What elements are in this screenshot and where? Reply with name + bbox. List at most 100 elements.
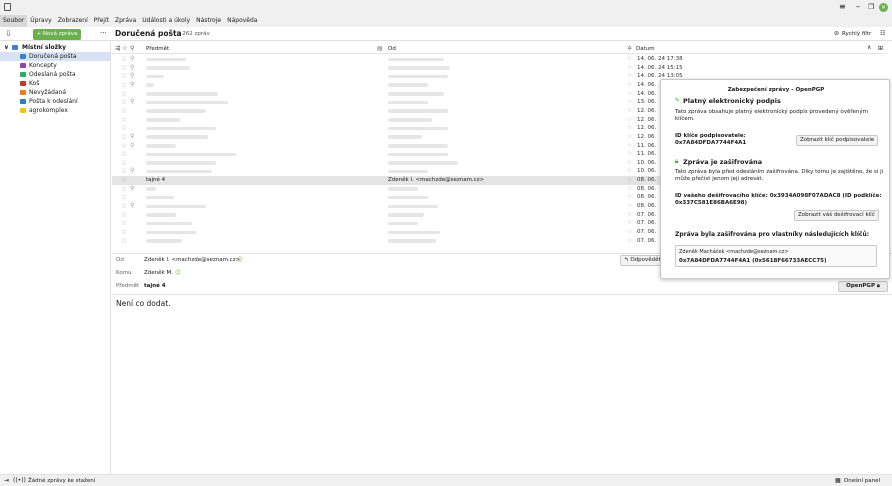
column-from[interactable]: Od — [388, 46, 396, 52]
row-subject-redacted — [146, 118, 180, 122]
row-subject-redacted — [146, 230, 196, 234]
row-date: 12. 06. — [637, 107, 657, 114]
more-button[interactable]: ··· — [100, 29, 107, 37]
thread-icon[interactable]: ⇶ — [115, 45, 120, 52]
row-date: 08. 06. — [637, 185, 657, 192]
show-signer-key-button[interactable]: Zobrazit klíč podpisovatele — [796, 135, 879, 146]
menu-tools[interactable]: Nástroje — [193, 15, 224, 27]
star-column-icon[interactable]: ☆ — [122, 45, 127, 52]
attachment-icon: ⚲ — [130, 63, 135, 71]
star-icon[interactable]: ☆ — [121, 98, 127, 106]
star-icon[interactable]: ☆ — [121, 55, 127, 63]
menu-go[interactable]: Přejít — [91, 15, 112, 27]
column-subject[interactable]: Předmět — [146, 46, 169, 52]
menu-help[interactable]: Nápověda — [224, 15, 260, 27]
chevron-down-icon[interactable]: ∨ — [4, 43, 9, 52]
date-status-icon: ☆ — [627, 210, 633, 218]
folder-agrokomplex[interactable]: agrokomplex — [0, 106, 110, 115]
star-icon[interactable]: ☆ — [121, 150, 127, 158]
folder-label: Nevyžádaná — [29, 89, 67, 96]
menu-message[interactable]: Zpráva — [112, 15, 139, 27]
menu-icon[interactable]: ≡ — [839, 2, 846, 11]
today-pane-button[interactable]: Dnešní panel — [844, 478, 880, 484]
inbox-icon — [20, 54, 26, 59]
column-picker-icon[interactable]: ⊞ — [878, 45, 883, 52]
star-icon[interactable]: ☆ — [121, 202, 127, 210]
star-icon[interactable]: ☆ — [121, 228, 127, 236]
star-icon[interactable]: ☆ — [121, 116, 127, 124]
contact-icon[interactable]: ☺ — [237, 257, 243, 263]
openpgp-button[interactable]: OpenPGP 🔒︎ — [838, 281, 888, 292]
star-icon[interactable]: ☆ — [121, 159, 127, 167]
date-status-icon: ☆ — [627, 228, 633, 235]
table-row[interactable]: ☆ ⚲ ☆ 14. 06. 24 15:15 — [112, 64, 888, 73]
toolbar: ⇩ + Nová zpráva ··· Doručená pošta 4 262… — [0, 27, 892, 41]
menu-file[interactable]: Soubor — [0, 15, 28, 27]
star-icon[interactable]: ☆ — [121, 193, 127, 201]
star-icon[interactable]: ☆ — [121, 72, 127, 80]
date-status-icon: ☆ — [627, 89, 633, 97]
star-icon[interactable]: ☆ — [121, 167, 127, 175]
folder-icon — [20, 108, 26, 113]
star-icon[interactable]: ☆ — [121, 142, 127, 150]
row-subject-redacted — [146, 83, 154, 87]
encrypted-icon: 🔒︎ — [675, 158, 679, 165]
row-subject-redacted — [146, 92, 218, 96]
list-options-icon[interactable]: ☷ — [880, 30, 885, 37]
row-subject-redacted — [146, 239, 182, 243]
status-text: Žádné zprávy ke stažení — [28, 478, 96, 484]
star-icon[interactable]: ☆ — [121, 185, 127, 193]
star-icon[interactable]: ☆ — [121, 124, 127, 132]
star-icon[interactable]: ☆ — [121, 176, 127, 184]
quick-filter-button[interactable]: Rychlý filtr — [842, 31, 871, 37]
minimize-icon[interactable]: – — [856, 2, 860, 11]
folder-sent[interactable]: Odeslaná pošta — [0, 70, 110, 79]
date-status-icon: ☆ — [627, 158, 633, 166]
row-date: 12. 06. — [637, 125, 657, 132]
recipient-name: Zdeněk Macháček <machzde@seznam.cz> — [679, 249, 789, 255]
maximize-icon[interactable]: ❐ — [868, 3, 874, 11]
get-messages-icon[interactable]: ⇩ — [5, 29, 12, 38]
contact-icon[interactable]: ☺ — [175, 270, 181, 276]
row-subject-redacted — [146, 100, 228, 105]
star-icon[interactable]: ☆ — [121, 81, 127, 89]
date-status-icon: ☆ — [627, 72, 633, 80]
folder-inbox[interactable]: Doručená pošta — [0, 52, 110, 61]
offline-icon[interactable]: ⇥ — [4, 477, 9, 484]
star-icon[interactable]: ☆ — [121, 133, 127, 141]
signer-id-value: 0x7A84DFDA7744F4A1 — [675, 140, 747, 146]
folder-label: Koncepty — [29, 62, 57, 69]
row-from: Zdeněk l. <machzde@seznam.cz> — [388, 177, 485, 184]
to-value[interactable]: Zdeněk M. — [144, 270, 173, 276]
new-message-button[interactable]: + Nová zpráva — [33, 28, 81, 40]
menu-view[interactable]: Zobrazení — [55, 15, 91, 27]
activity-icon[interactable]: ((•)) — [13, 477, 26, 484]
show-decrypt-key-button[interactable]: Zobrazit váš dešifrovací klíč — [794, 210, 879, 221]
star-icon[interactable]: ☆ — [121, 237, 127, 245]
attachment-column-icon[interactable]: ⚲ — [130, 45, 134, 52]
star-icon[interactable]: ☆ — [121, 64, 127, 72]
close-icon[interactable]: ✕ — [879, 3, 888, 12]
from-value[interactable]: Zdeněk l. <machzde@seznam.cz> — [144, 257, 240, 263]
folder-junk[interactable]: Nevyžádaná — [0, 88, 110, 97]
column-date[interactable]: Datum — [636, 46, 655, 52]
sort-up-icon[interactable]: ∧ — [867, 44, 871, 51]
folder-drafts[interactable]: Koncepty — [0, 61, 110, 70]
row-from-redacted — [388, 144, 448, 148]
reply-icon: ↰ — [624, 257, 629, 263]
star-icon[interactable]: ☆ — [121, 211, 127, 219]
row-from-redacted — [388, 126, 448, 131]
star-icon[interactable]: ☆ — [121, 219, 127, 227]
reply-button[interactable]: ↰ Odpovědět — [620, 255, 662, 266]
folder-outbox[interactable]: Pošta k odeslání — [0, 97, 110, 106]
table-row[interactable]: ☆ ⚲ ☆ 14. 06. 24 17:38 — [112, 55, 888, 64]
folder-trash[interactable]: Koš — [0, 79, 110, 88]
star-icon[interactable]: ☆ — [121, 90, 127, 98]
row-from-redacted — [388, 74, 448, 79]
encryption-text: Tato zpráva byla před odesláním zašifrov… — [675, 169, 884, 182]
openpgp-security-popup: Zabezpečení zprávy - OpenPGP ✎ Platný el… — [660, 79, 890, 279]
star-icon[interactable]: ☆ — [121, 107, 127, 115]
folder-root[interactable]: ∨ Místní složky — [0, 43, 110, 52]
menu-events[interactable]: Události a úkoly — [139, 15, 193, 27]
menu-edit[interactable]: Úpravy — [27, 15, 54, 27]
